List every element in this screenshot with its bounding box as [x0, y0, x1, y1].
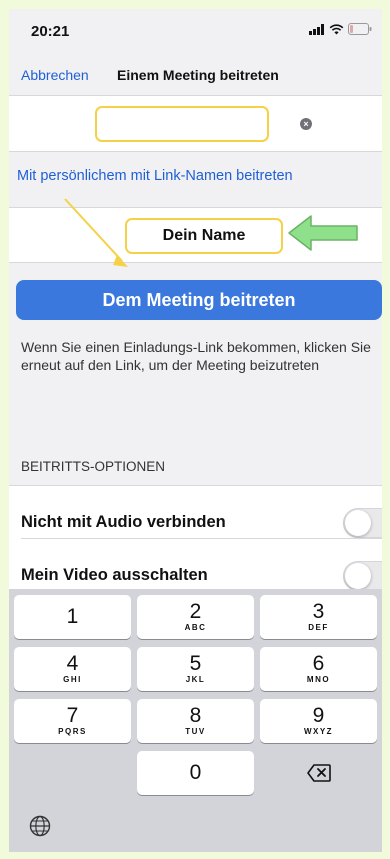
- key-letters: ABC: [184, 623, 207, 632]
- key-letters: DEF: [308, 623, 329, 632]
- key-7[interactable]: 7 PQRS: [14, 699, 131, 743]
- backspace-icon: [306, 764, 331, 782]
- meeting-id-row: ×: [9, 96, 382, 151]
- key-1[interactable]: 1: [14, 595, 131, 639]
- audio-option-label: Nicht mit Audio verbinden: [21, 513, 226, 531]
- key-digit: 6: [312, 652, 325, 675]
- numeric-keypad: 1 2 ABC 3 DEF 4 GHI 5 JKL 6 MNO 7 PQRS 8…: [9, 589, 382, 852]
- meeting-id-input[interactable]: [95, 106, 269, 142]
- join-meeting-button[interactable]: Dem Meeting beitreten: [16, 280, 382, 320]
- nav-bar: Abbrechen Einem Meeting beitreten: [9, 55, 382, 95]
- key-0[interactable]: 0: [137, 751, 254, 795]
- delete-key[interactable]: [260, 751, 377, 795]
- key-6[interactable]: 6 MNO: [260, 647, 377, 691]
- name-row: Dein Name: [9, 208, 382, 262]
- page-title: Einem Meeting beitreten: [117, 67, 279, 83]
- options-list: Nicht mit Audio verbinden Mein Video aus…: [9, 486, 382, 591]
- key-letters: JKL: [185, 675, 206, 684]
- key-8[interactable]: 8 TUV: [137, 699, 254, 743]
- key-digit: 1: [66, 605, 79, 628]
- audio-toggle[interactable]: [343, 508, 382, 538]
- link-name-row: Mit persönlichem mit Link-Namen beitrete…: [9, 152, 382, 206]
- key-digit: 2: [189, 600, 202, 623]
- video-option-label: Mein Video ausschalten: [21, 566, 208, 584]
- key-5[interactable]: 5 JKL: [137, 647, 254, 691]
- key-letters: MNO: [306, 675, 331, 684]
- key-4[interactable]: 4 GHI: [14, 647, 131, 691]
- x-circle-icon[interactable]: ×: [300, 118, 312, 130]
- key-letters: GHI: [63, 675, 82, 684]
- options-header: BEITRITTS-OPTIONEN: [21, 459, 166, 474]
- key-digit: 5: [189, 652, 202, 675]
- key-letters: TUV: [185, 727, 206, 736]
- name-input[interactable]: Dein Name: [125, 218, 283, 254]
- key-letters: PQRS: [58, 727, 87, 736]
- toggle-knob: [345, 563, 371, 589]
- phone-screen: 20:21 Abbrechen Einem Meeting beitreten: [9, 9, 382, 852]
- key-digit: 4: [66, 652, 79, 675]
- status-bar: 20:21: [9, 9, 382, 55]
- divider: [21, 538, 382, 539]
- key-9[interactable]: 9 WXYZ: [260, 699, 377, 743]
- globe-icon[interactable]: [29, 815, 51, 837]
- status-time: 20:21: [31, 23, 70, 40]
- status-icons: [309, 23, 372, 35]
- key-digit: 9: [312, 704, 325, 727]
- link-name-button[interactable]: Mit persönlichem mit Link-Namen beitrete…: [17, 168, 293, 184]
- divider: [9, 262, 382, 263]
- key-3[interactable]: 3 DEF: [260, 595, 377, 639]
- video-toggle[interactable]: [343, 561, 382, 591]
- toggle-knob: [345, 510, 371, 536]
- key-digit: 8: [189, 704, 202, 727]
- key-digit: 7: [66, 704, 79, 727]
- battery-icon: [348, 23, 372, 35]
- cancel-button[interactable]: Abbrechen: [21, 67, 89, 83]
- key-digit: 0: [189, 761, 202, 784]
- hint-text: Wenn Sie einen Einladungs-Link bekommen,…: [21, 339, 371, 373]
- wifi-icon: [329, 23, 344, 34]
- signal-icon: [309, 23, 324, 35]
- key-digit: 3: [312, 600, 325, 623]
- key-letters: WXYZ: [303, 727, 334, 736]
- key-2[interactable]: 2 ABC: [137, 595, 254, 639]
